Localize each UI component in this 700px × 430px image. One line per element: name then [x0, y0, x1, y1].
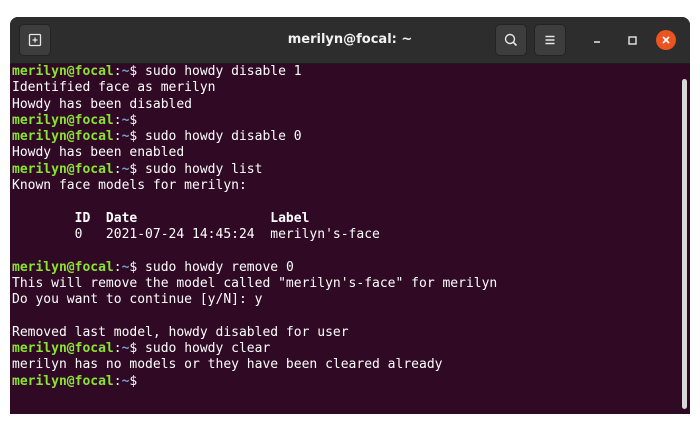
- table-header-line: ID Date Label: [12, 210, 310, 226]
- prompt-colon: :: [113, 112, 122, 128]
- minimize-icon: [594, 41, 600, 43]
- prompt-user-host: merilyn@focal: [12, 64, 114, 79]
- terminal-scrollbar[interactable]: [682, 79, 687, 409]
- prompt-line: merilyn@focal:~$: [12, 374, 682, 390]
- prompt-user-host: merilyn@focal: [12, 341, 114, 357]
- command-text: sudo howdy remove 0: [137, 259, 294, 275]
- command-text: sudo howdy disable 0: [137, 129, 302, 145]
- command-text: sudo howdy disable 1: [137, 64, 302, 79]
- prompt-symbol: $: [129, 373, 138, 389]
- output-line: Known face models for merilyn:: [12, 178, 247, 194]
- prompt-line: merilyn@focal:~$ sudo howdy list: [12, 162, 682, 178]
- terminal-window: merilyn@focal: ~ merilyn@focal:~$ sudo h…: [10, 17, 690, 414]
- output-line: merilyn has no models or they have been …: [12, 357, 443, 373]
- prompt-user-host: merilyn@focal: [12, 112, 114, 128]
- prompt-colon: :: [113, 161, 122, 177]
- prompt-colon: :: [113, 341, 122, 357]
- command-text: sudo howdy clear: [137, 341, 271, 357]
- prompt-colon: :: [113, 129, 122, 145]
- prompt-line: merilyn@focal:~$ sudo howdy remove 0: [12, 260, 682, 276]
- output-line: Howdy has been disabled: [12, 96, 193, 112]
- prompt-user-host: merilyn@focal: [12, 161, 114, 177]
- prompt-symbol: $: [129, 112, 138, 128]
- prompt-line: merilyn@focal:~$ sudo howdy clear: [12, 341, 682, 357]
- search-button[interactable]: [495, 24, 527, 56]
- title-bar: merilyn@focal: ~: [10, 17, 690, 64]
- output-line: Do you want to continue [y/N]: y: [12, 292, 263, 308]
- hamburger-menu-icon: [545, 35, 555, 45]
- output-line: This will remove the model called "meril…: [12, 275, 498, 291]
- close-button[interactable]: [650, 24, 682, 56]
- output-line: Removed last model, howdy disabled for u…: [12, 324, 349, 340]
- prompt-user-host: merilyn@focal: [12, 259, 114, 275]
- prompt-user-host: merilyn@focal: [12, 373, 114, 389]
- prompt-line: merilyn@focal:~$: [12, 113, 682, 129]
- close-icon: [662, 36, 670, 44]
- output-line: Howdy has been enabled: [12, 145, 185, 161]
- maximize-button[interactable]: [616, 24, 648, 56]
- prompt-colon: :: [113, 259, 122, 275]
- command-text: sudo howdy list: [137, 161, 263, 177]
- prompt-line: merilyn@focal:~$ sudo howdy disable 0: [12, 129, 682, 145]
- maximize-icon: [628, 36, 637, 45]
- menu-button[interactable]: [534, 24, 566, 56]
- prompt-user-host: merilyn@focal: [12, 129, 114, 145]
- search-icon: [504, 33, 518, 47]
- prompt-line: merilyn@focal:~$ sudo howdy disable 1: [12, 64, 682, 80]
- prompt-colon: :: [113, 64, 122, 79]
- output-line: Identified face as merilyn: [12, 80, 216, 96]
- close-button-circle: [656, 30, 676, 50]
- minimize-button[interactable]: [581, 24, 613, 56]
- terminal-output[interactable]: merilyn@focal:~$ sudo howdy disable 1 Ide…: [10, 64, 682, 414]
- output-line: 0 2021-07-24 14:45:24 merilyn's-face: [12, 226, 380, 242]
- prompt-colon: :: [113, 373, 122, 389]
